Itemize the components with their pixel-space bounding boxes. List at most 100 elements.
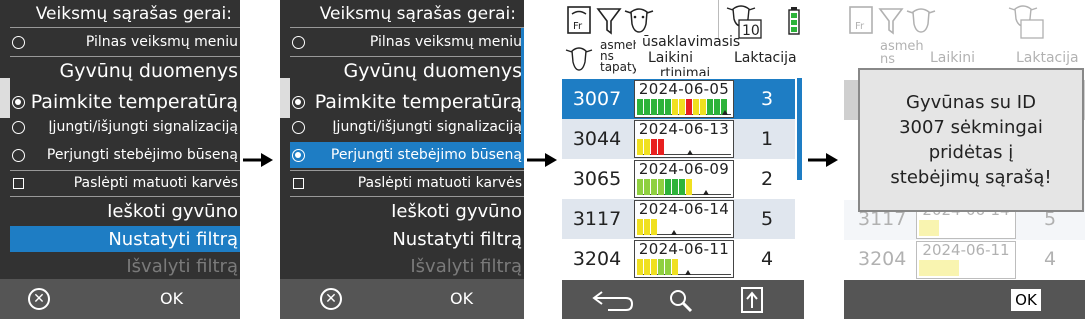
menu-item[interactable]: Įjungti/išjungti signalizaciją xyxy=(290,116,524,138)
filter-icon[interactable] xyxy=(596,6,622,36)
success-dialog: Gyvūnas su ID 3007 sėkmingai pridėtas į … xyxy=(858,68,1084,212)
table-row[interactable]: 3007 2024-06-05 3 xyxy=(562,79,795,119)
checkbox-icon[interactable] xyxy=(293,177,304,189)
activity-cell xyxy=(644,139,650,155)
radio-button-icon[interactable] xyxy=(292,35,305,49)
menu-item-label: Perjungti stebėjimo būseną xyxy=(330,147,522,163)
upload-box-icon[interactable] xyxy=(740,286,764,314)
activity-cell xyxy=(644,259,650,275)
activity-cell xyxy=(637,219,643,235)
radio-button-icon[interactable] xyxy=(12,120,25,134)
menu-item[interactable]: Paimkite temperatūrą xyxy=(290,88,524,116)
menu-item[interactable]: Perjungti stebėjimo būseną xyxy=(10,142,240,168)
menu-item[interactable]: Paslėpti matuoti karvės xyxy=(290,172,524,194)
activity-cell xyxy=(658,99,664,115)
activity-cell xyxy=(637,99,643,115)
activity-cell xyxy=(658,179,664,195)
back-arrow-icon[interactable] xyxy=(590,288,636,312)
animal-id: 3204 xyxy=(572,248,622,270)
radio-button-icon[interactable] xyxy=(12,95,25,109)
menu-item[interactable]: Paslėpti matuoti karvės xyxy=(10,172,240,194)
menu-item[interactable]: Paimkite temperatūrą xyxy=(10,88,240,116)
radio-button-icon[interactable] xyxy=(12,35,25,49)
svg-text:Fr: Fr xyxy=(573,21,583,32)
col-id-header[interactable]: asmeh ns tapaty xyxy=(600,40,636,76)
menu-item-label: Įjungti/išjungti signalizaciją xyxy=(332,119,522,135)
table-row[interactable]: 3065 2024-06-09 2 xyxy=(562,159,795,199)
actions-menu-panel-1: Veiksmų sąrašas gerai: Pilnas veiksmų me… xyxy=(0,0,240,319)
table-row[interactable]: 3117 2024-06-14 5 xyxy=(562,199,795,239)
cow-head-icon[interactable] xyxy=(622,4,656,34)
menu-item-label: Išvalyti filtrą xyxy=(126,255,238,277)
activity-cell xyxy=(707,99,713,115)
circle-x-icon[interactable]: ✕ xyxy=(320,288,342,310)
list-scrollbar[interactable] xyxy=(797,78,802,180)
checkbox-icon[interactable] xyxy=(13,177,24,189)
table-row[interactable]: 3044 2024-06-13 1 xyxy=(562,119,795,159)
marker-icon xyxy=(702,190,709,195)
menu-item-label: Perjungti stebėjimo būseną xyxy=(46,147,238,163)
activity-cell xyxy=(672,179,678,195)
menu-footer: ✕ OK xyxy=(0,279,240,319)
confirmation-panel: Fr asmeh ns Laikini Laktacija 3117 2024-… xyxy=(844,0,1085,319)
col-lactation-header[interactable]: Laktacija xyxy=(734,50,797,66)
activity-cell xyxy=(644,179,650,195)
background-list-strip xyxy=(280,78,290,118)
activity-bar: 2024-06-14 xyxy=(634,200,734,238)
menu-item-label: Nustatyti filtrą xyxy=(108,228,238,250)
ok-button[interactable]: OK xyxy=(160,289,183,308)
activity-cell xyxy=(637,259,643,275)
activity-cell xyxy=(651,219,657,235)
activity-cell xyxy=(672,99,678,115)
menu-item-label: Pilnas veiksmų meniu xyxy=(369,34,522,50)
menu-scrollbar[interactable] xyxy=(521,28,524,148)
activity-cell xyxy=(693,99,699,115)
animal-id: 3044 xyxy=(572,128,622,150)
menu-item[interactable]: Nustatyti filtrą xyxy=(290,226,524,252)
menu-title: Veiksmų sąrašas gerai: xyxy=(35,4,232,24)
fr-tag-icon[interactable]: Fr xyxy=(566,5,592,35)
lactation-value: 4 xyxy=(760,248,774,270)
menu-item[interactable]: Perjungti stebėjimo būseną xyxy=(290,142,524,168)
cow-count: 10 xyxy=(742,23,760,39)
right-arrow-icon xyxy=(527,153,557,167)
activity-cell xyxy=(637,139,643,155)
menu-item: Išvalyti filtrą xyxy=(10,254,240,278)
menu-item-label: Paslėpti matuoti karvės xyxy=(357,175,522,191)
activity-cell xyxy=(658,139,664,155)
lactation-value: 5 xyxy=(760,208,774,230)
col-lactation-header: Laktacija xyxy=(1016,50,1079,66)
radio-button-icon[interactable] xyxy=(292,148,305,162)
radio-button-icon[interactable] xyxy=(292,120,305,134)
menu-item[interactable]: Ieškoti gyvūno xyxy=(290,198,524,224)
radio-button-icon[interactable] xyxy=(12,148,25,162)
menu-item[interactable]: Įjungti/išjungti signalizaciją xyxy=(10,116,240,138)
activity-cell xyxy=(665,259,671,275)
menu-item-label: Įjungti/išjungti signalizaciją xyxy=(48,119,238,135)
activity-cell xyxy=(644,99,650,115)
menu-item[interactable]: Nustatyti filtrą xyxy=(10,226,240,252)
menu-item[interactable]: Gyvūnų duomenys xyxy=(290,58,524,84)
menu-item[interactable]: Pilnas veiksmų meniu xyxy=(290,30,524,54)
menu-item[interactable]: Gyvūnų duomenys xyxy=(10,58,240,84)
menu-title: Veiksmų sąrašas gerai: xyxy=(319,4,516,24)
activity-cell xyxy=(700,99,706,115)
menu-item[interactable]: Ieškoti gyvūno xyxy=(10,198,240,224)
radio-button-icon[interactable] xyxy=(292,95,305,109)
ok-button[interactable]: OK xyxy=(450,289,473,308)
ok-button[interactable]: OK xyxy=(1011,289,1041,311)
menu-item-label: Nustatyti filtrą xyxy=(392,228,522,250)
table-row[interactable]: 3204 2024-06-11 4 xyxy=(562,239,795,279)
marker-icon xyxy=(722,110,729,115)
bar-date: 2024-06-11 xyxy=(638,240,730,258)
marker-icon xyxy=(670,230,677,235)
cow-count-icon xyxy=(1008,5,1044,39)
animal-id: 3117 xyxy=(572,208,622,230)
activity-cell xyxy=(679,179,685,195)
search-icon[interactable] xyxy=(668,288,694,314)
menu-item-label: Ieškoti gyvūno xyxy=(107,200,238,222)
marker-icon xyxy=(684,270,691,275)
menu-item[interactable]: Pilnas veiksmų meniu xyxy=(10,30,240,54)
circle-x-icon[interactable]: ✕ xyxy=(28,288,50,310)
col-bar-header[interactable]: Laikini xyxy=(648,50,693,66)
